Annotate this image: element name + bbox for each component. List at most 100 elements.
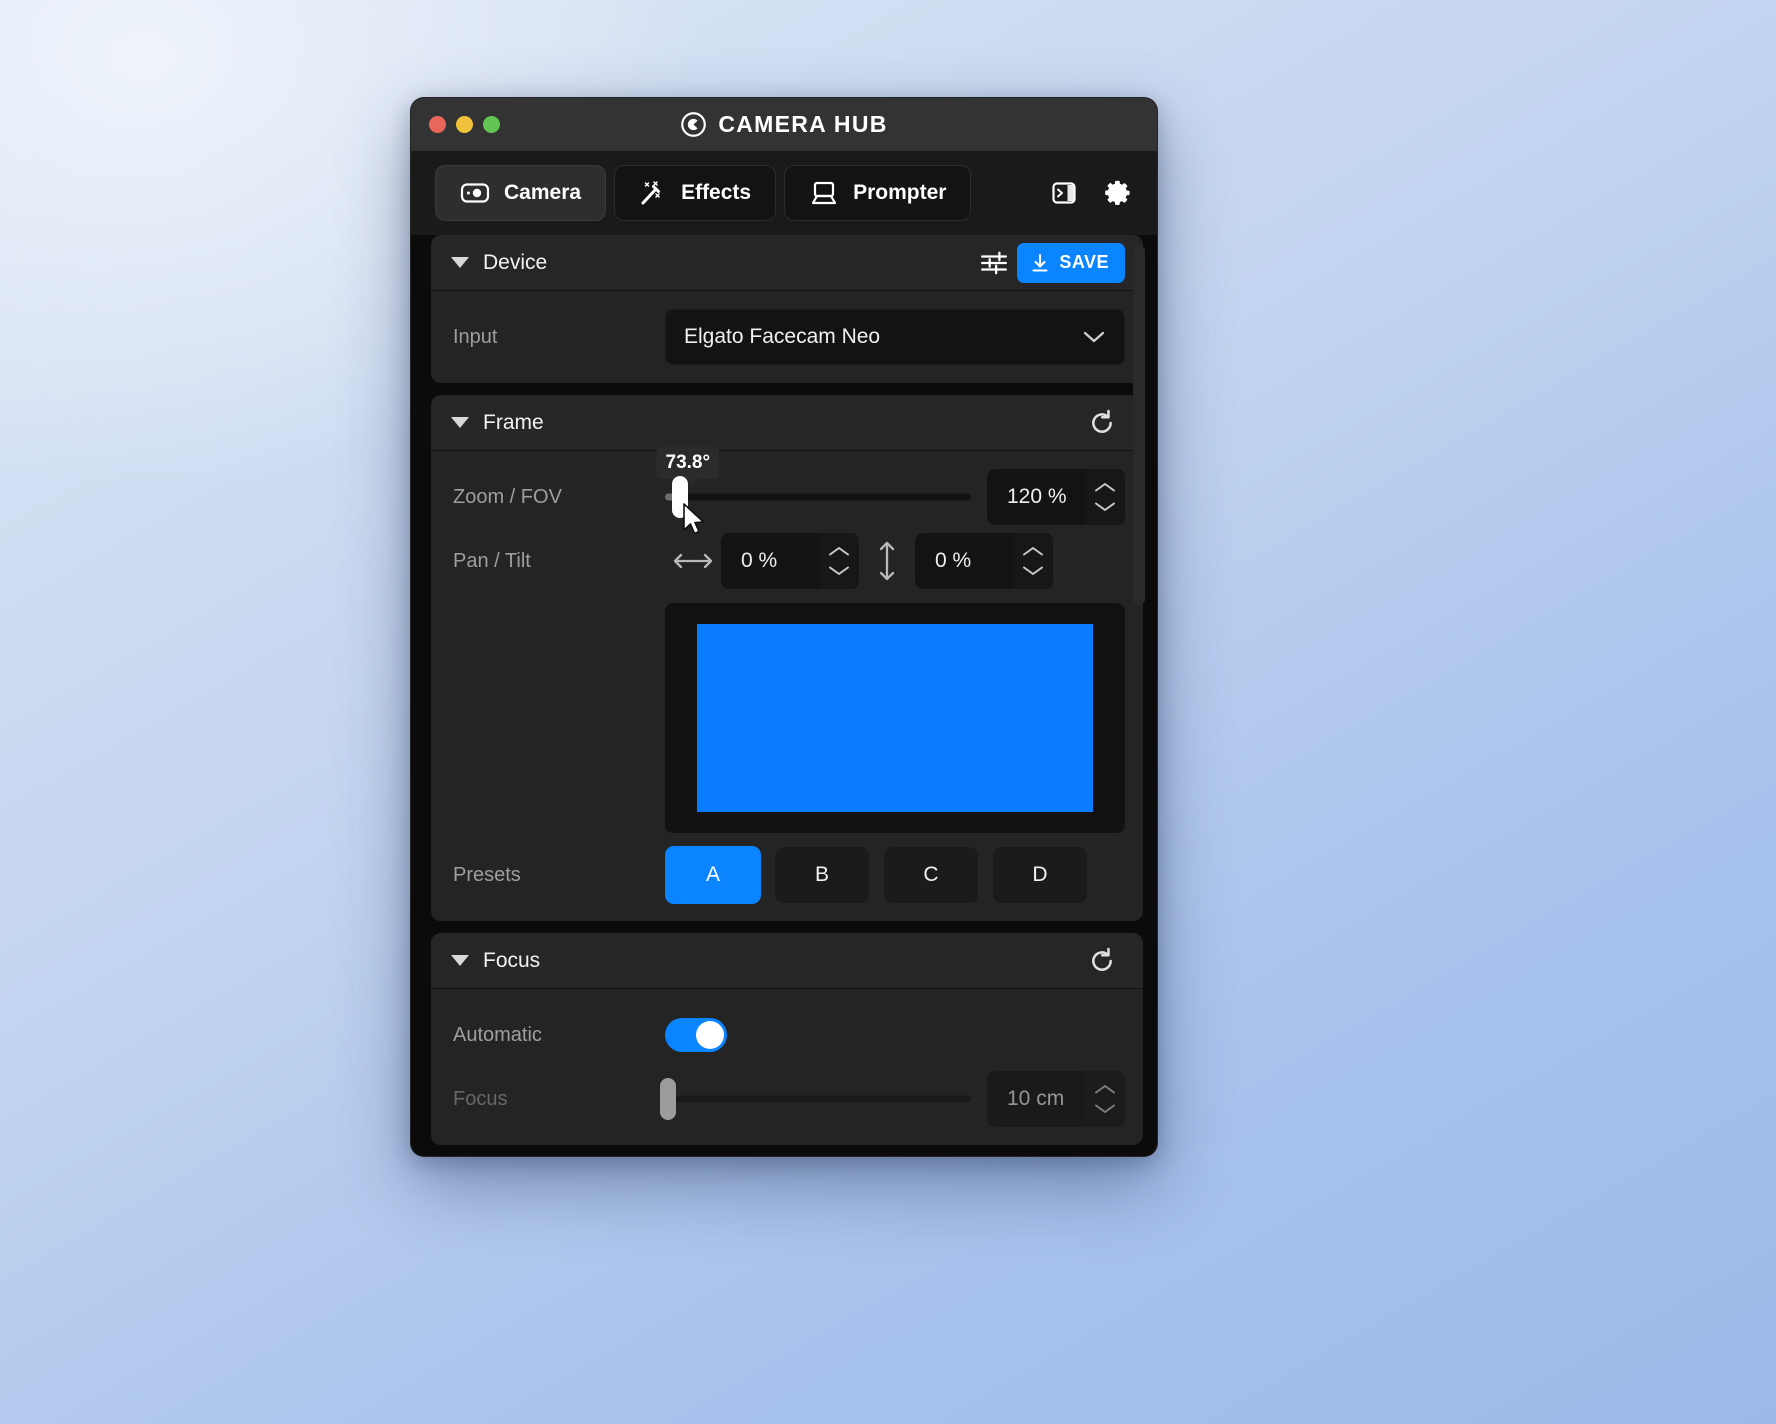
frame-reset-button[interactable] [1079, 400, 1125, 446]
frame-panel: Frame Zoom / FOV 73.8° 120 % Pan / Tilt … [431, 395, 1143, 921]
frame-panel-body: Zoom / FOV 73.8° 120 % Pan / Tilt 0 % 0 … [431, 447, 1143, 921]
zoom-fov-label: Zoom / FOV [453, 485, 562, 508]
pan-axis [665, 550, 721, 572]
scrollbar-thumb[interactable] [1133, 245, 1145, 605]
focus-distance-stepper[interactable]: 10 cm [987, 1071, 1125, 1127]
chevron-up-icon[interactable] [1022, 546, 1044, 557]
tilt-axis [859, 539, 915, 583]
pan-stepper-arrows[interactable] [819, 533, 859, 589]
zoom-fov-stepper-arrows[interactable] [1085, 469, 1125, 525]
caret-down-icon[interactable] [451, 417, 469, 428]
device-panel: Device SAVE Input Elgato Facecam Neo [431, 235, 1143, 383]
minimize-button-icon[interactable] [456, 116, 473, 133]
camera-preview-image [697, 623, 1093, 813]
focus-reset-button[interactable] [1079, 938, 1125, 984]
camera-preview[interactable] [665, 603, 1125, 833]
caret-down-icon[interactable] [451, 257, 469, 268]
chevron-down-icon[interactable] [1022, 565, 1044, 576]
device-panel-title: Device [483, 250, 548, 274]
presets-control: A B C D [665, 846, 1125, 904]
focus-distance-value: 10 cm [1007, 1087, 1065, 1110]
tab-effects-label: Effects [681, 181, 752, 204]
save-button-label: SAVE [1059, 252, 1109, 272]
device-panel-body: Input Elgato Facecam Neo [431, 291, 1143, 383]
toggle-knob [696, 1021, 724, 1049]
tab-prompter[interactable]: Prompter [784, 165, 972, 221]
window-title: CAMERA HUB [718, 111, 888, 137]
preset-button-d[interactable]: D [992, 846, 1088, 904]
camera-icon [460, 183, 490, 203]
automatic-focus-toggle[interactable] [665, 1018, 727, 1052]
input-control: Elgato Facecam Neo [665, 309, 1125, 365]
zoom-fov-slider-thumb[interactable] [672, 476, 689, 518]
focus-distance-slider-thumb[interactable] [660, 1078, 677, 1120]
preset-button-a[interactable]: A [665, 846, 761, 904]
focus-distance-row: Focus 10 cm [431, 1067, 1143, 1131]
save-button[interactable]: SAVE [1017, 242, 1125, 283]
arrows-horizontal-icon [673, 553, 713, 569]
focus-distance-stepper-arrows[interactable] [1085, 1071, 1125, 1127]
focus-distance-slider-track[interactable] [665, 1095, 971, 1103]
arrows-vertical-icon [879, 541, 895, 581]
pan-tilt-control: 0 % 0 % [665, 533, 1125, 589]
preset-button-b[interactable]: B [774, 846, 870, 904]
tilt-value: 0 % [935, 549, 972, 572]
chevron-down-icon[interactable] [1094, 1103, 1116, 1114]
maximize-button-icon[interactable] [483, 116, 500, 133]
elgato-logo-icon [681, 112, 707, 137]
pan-stepper[interactable]: 0 % [721, 533, 859, 589]
zoom-fov-slider[interactable]: 73.8° [656, 447, 971, 535]
tilt-stepper[interactable]: 0 % [915, 533, 1053, 589]
zoom-fov-stepper[interactable]: 120 % [987, 469, 1125, 525]
tab-camera[interactable]: Camera [435, 165, 607, 221]
frame-panel-header: Frame [431, 395, 1143, 451]
pan-tilt-row: Pan / Tilt 0 % 0 % [431, 529, 1143, 593]
input-label: Input [453, 325, 498, 348]
chevron-down-icon[interactable] [1094, 501, 1116, 512]
preset-button-c[interactable]: C [883, 846, 979, 904]
sidebar-toggle-button[interactable] [1041, 170, 1087, 216]
automatic-focus-label: Automatic [453, 1023, 542, 1046]
settings-scroll-area: Device SAVE Input Elgato Facecam Neo Fra… [411, 235, 1157, 1156]
focus-panel-title: Focus [483, 948, 541, 972]
focus-panel-header: Focus [431, 933, 1143, 989]
zoom-fov-tooltip: 73.8° [656, 447, 720, 485]
input-select-value: Elgato Facecam Neo [684, 325, 881, 348]
tilt-stepper-arrows[interactable] [1013, 533, 1053, 589]
panel-right-icon [1052, 182, 1076, 204]
zoom-fov-row: Zoom / FOV 73.8° 120 % [431, 447, 1143, 535]
focus-panel-body: Automatic Focus 10 cm [431, 989, 1143, 1145]
automatic-focus-row: Automatic [431, 1003, 1143, 1067]
pan-value: 0 % [741, 549, 778, 572]
tab-bar: Camera Effects Prompter [411, 151, 1157, 235]
close-button-icon[interactable] [429, 116, 446, 133]
tab-effects[interactable]: Effects [614, 165, 777, 221]
traffic-lights [429, 116, 500, 133]
automatic-focus-control [665, 1018, 1125, 1052]
frame-panel-title: Frame [483, 410, 544, 434]
zoom-fov-slider-track[interactable] [665, 493, 971, 501]
chevron-up-icon[interactable] [828, 546, 850, 557]
pan-tilt-label: Pan / Tilt [453, 549, 531, 572]
title-group: CAMERA HUB [411, 111, 1157, 138]
magic-wand-icon [641, 181, 661, 205]
focus-distance-control: 10 cm [660, 1071, 1125, 1127]
chevron-up-icon[interactable] [1094, 482, 1116, 493]
preview-spacer [453, 603, 665, 833]
chevron-up-icon[interactable] [1094, 1084, 1116, 1095]
zoom-fov-control: 73.8° 120 % [656, 447, 1125, 535]
input-select[interactable]: Elgato Facecam Neo [665, 309, 1125, 365]
tab-camera-label: Camera [504, 181, 582, 204]
device-tune-button[interactable] [971, 240, 1017, 286]
zoom-fov-value: 120 % [1007, 485, 1067, 508]
chevron-down-icon[interactable] [828, 565, 850, 576]
settings-button[interactable] [1095, 170, 1141, 216]
scrollbar-track[interactable] [1133, 239, 1151, 1152]
focus-distance-slider[interactable] [660, 1071, 971, 1127]
focus-distance-label: Focus [453, 1087, 508, 1110]
camera-hub-window: CAMERA HUB Camera Effects Prompter Devic… [410, 97, 1158, 1157]
focus-panel: Focus Automatic Focus 10 cm [431, 933, 1143, 1145]
caret-down-icon[interactable] [451, 955, 469, 966]
tab-prompter-label: Prompter [853, 181, 947, 204]
input-row: Input Elgato Facecam Neo [431, 305, 1143, 369]
